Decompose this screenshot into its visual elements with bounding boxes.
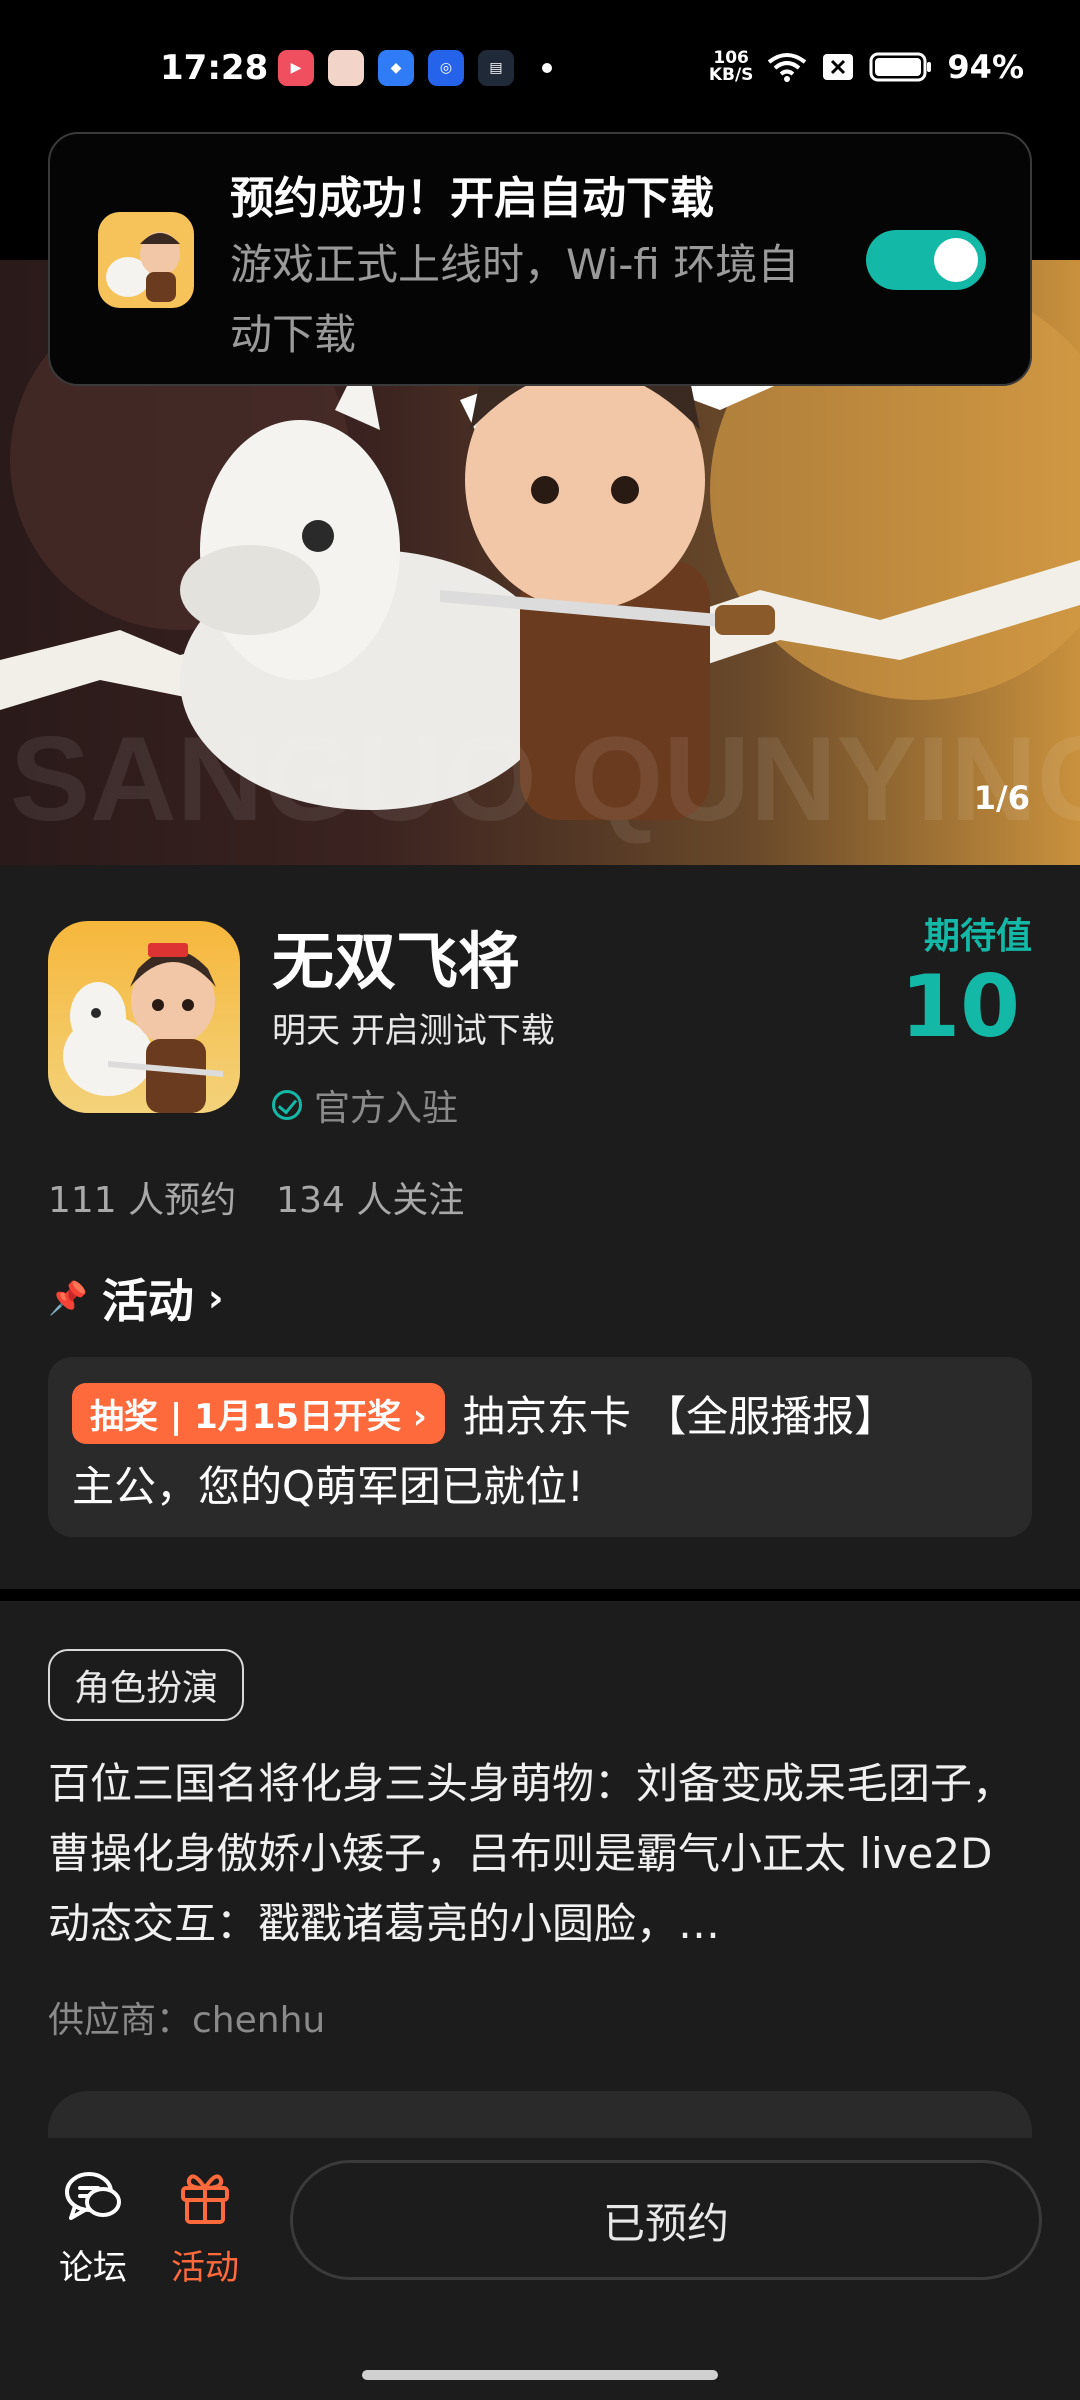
official-label: 官方入驻 [314, 1088, 459, 1129]
toggle-knob [934, 238, 978, 282]
activity-card[interactable]: 抽奖 | 1月15日开奖 › 抽京东卡 【全服播报】 主公，您的Q萌军团已就位! [48, 1357, 1032, 1537]
status-app-icons: ▶ ◆ ◎ ▤ [278, 50, 552, 86]
expectation-label: 期待值 [923, 916, 1032, 957]
activity-heading: 活动 [101, 1274, 194, 1328]
game-description-section: 角色扮演 百位三国名将化身三头身萌物：刘备变成呆毛团子，曹操化身傲娇小矮子，吕布… [0, 1601, 1080, 2161]
activity-text-line1: 抽京东卡 【全服播报】 [462, 1391, 897, 1441]
reservation-notification[interactable]: 预约成功！开启自动下载 游戏正式上线时，Wi-fi 环境自动下载 [48, 132, 1032, 386]
follower-count: 134 人关注 [276, 1180, 465, 1221]
genre-tag[interactable]: 角色扮演 [48, 1649, 245, 1721]
verified-check-icon [272, 1090, 302, 1120]
game-title: 无双飞将 [272, 925, 521, 998]
status-right: 106 KB/S 94% [709, 48, 1024, 86]
auto-download-toggle[interactable] [866, 230, 986, 290]
forum-icon [65, 2172, 121, 2220]
home-indicator[interactable] [362, 2370, 718, 2380]
notification-title: 预约成功！开启自动下载 [230, 173, 714, 224]
reserved-button[interactable]: 已预约 [290, 2160, 1042, 2280]
game-info-panel: 无双飞将 明天 开启测试下载 官方入驻 期待值 10 111 人预约 134 人… [0, 865, 1080, 1589]
lottery-badge[interactable]: 抽奖 | 1月15日开奖 › [72, 1382, 445, 1444]
pin-icon: 📌 [48, 1279, 88, 1317]
activity-header[interactable]: 📌 活动 › [48, 1265, 224, 1331]
status-bar: 17:28 ▶ ◆ ◎ ▤ 106 KB/S 94% [0, 0, 1080, 140]
svg-text:SANGUO QUNYING: SANGUO QUNYING [10, 712, 1080, 846]
video-app-icon: ▶ [278, 50, 314, 86]
bottom-action-bar: 论坛 活动 已预约 [0, 2138, 1080, 2400]
gift-icon [181, 2174, 229, 2224]
official-badge: 官方入驻 [272, 1079, 458, 1131]
carousel-counter: 1/6 [973, 779, 1030, 817]
news-app-icon: ▤ [478, 50, 514, 86]
battery-icon [869, 52, 932, 82]
browser-app-icon: ◆ [378, 50, 414, 86]
game-release-info: 明天 开启测试下载 [272, 1011, 555, 1051]
message-app-icon: ◎ [428, 50, 464, 86]
notification-app-icon [98, 212, 194, 308]
section-divider [0, 1589, 1080, 1601]
nav-forum-label: 论坛 [59, 2248, 127, 2288]
game-stats: 111 人预约 134 人关注 [48, 1171, 464, 1223]
wifi-icon [768, 53, 807, 82]
notification-dot [542, 63, 552, 73]
nav-activity-label: 活动 [171, 2248, 239, 2288]
chevron-right-icon: › [207, 1276, 224, 1320]
nav-activity[interactable]: 活动 [150, 2166, 260, 2289]
status-time: 17:28 [160, 48, 269, 88]
network-speed: 106 KB/S [708, 48, 754, 85]
reservation-count: 111 人预约 [48, 1180, 237, 1221]
sim-off-icon [823, 54, 854, 80]
notification-body: 游戏正式上线时，Wi-fi 环境自动下载 [230, 240, 800, 359]
avatar-app-icon [328, 50, 364, 86]
nav-forum[interactable]: 论坛 [38, 2166, 148, 2289]
game-description[interactable]: 百位三国名将化身三头身萌物：刘备变成呆毛团子，曹操化身傲娇小矮子，吕布则是霸气小… [48, 1749, 1032, 1959]
activity-text-line2: 主公，您的Q萌军团已就位! [72, 1462, 584, 1511]
battery-percent: 94% [947, 48, 1024, 86]
expectation-score: 10 [900, 957, 1020, 1057]
supplier-info: 供应商：chenhu [48, 2000, 326, 2041]
game-app-icon [48, 921, 240, 1113]
